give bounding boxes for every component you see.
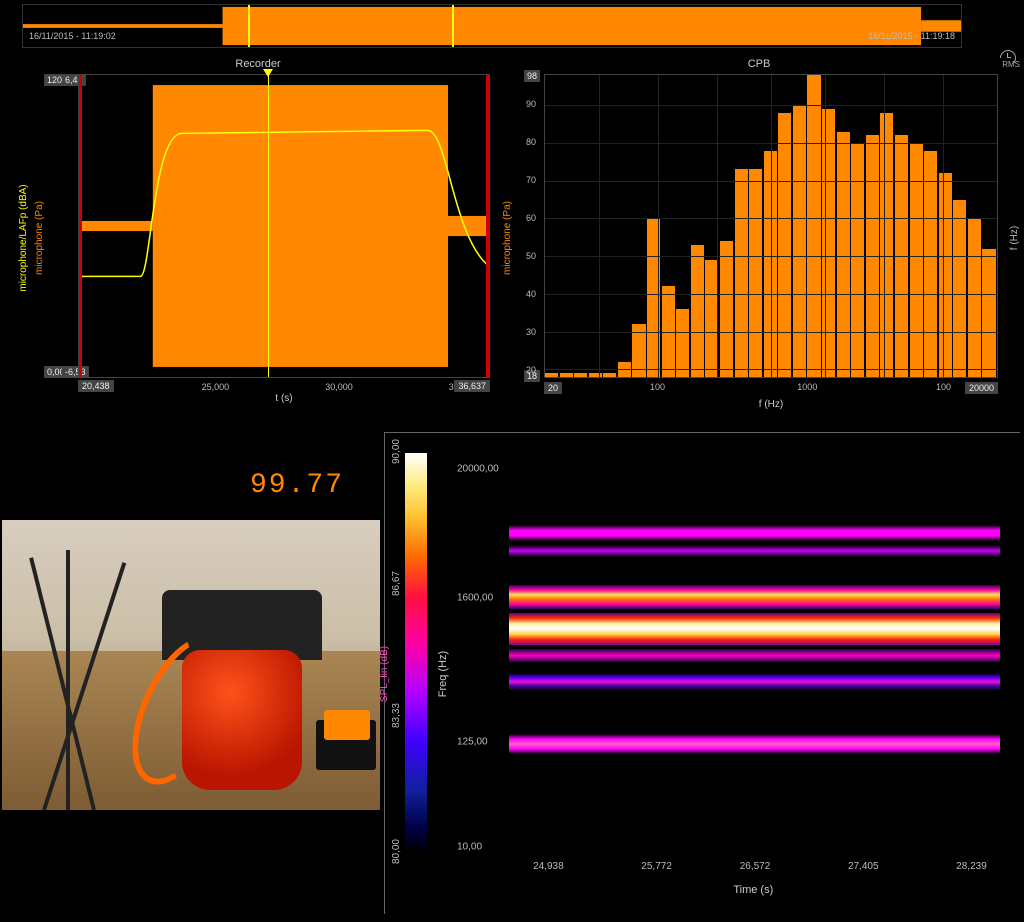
spectrogram-ytick: 125,00 [457,737,488,748]
timestamp-end: 16/11/2015 - 11:19:18 [868,31,955,41]
cpb-xtick: 100 [936,382,951,392]
cpb-panel: CPB RMS microphone (Pa) f (Hz) 98 18 203… [504,58,1014,418]
recorder-record-marker-right [486,75,489,377]
cpb-bar [924,151,937,378]
cpb-bar [676,309,689,377]
cpb-x-end: 20000 [965,382,998,394]
spectrogram-panel: SPL_lin (dB) 90,0086,6783,3380,00 Freq (… [384,432,1020,914]
recorder-chart[interactable] [78,74,490,378]
cpb-ylabel: microphone (Pa) [502,201,513,275]
timestamp-start: 16/11/2015 - 11:19:02 [29,31,116,41]
cpb-bar [603,373,616,377]
recorder-xaxis: 20,438 25,000 30,000 35 36,637 t (s) [78,380,490,400]
cpb-bar [574,373,587,377]
cpb-xaxis: 20 100 1000 100 20000 f (Hz) [544,382,998,406]
overview-waveform [23,5,961,47]
cpb-ytick: 70 [526,175,536,185]
cpb-bar [837,132,850,377]
cpb-bar [720,241,733,377]
spectrogram-ytick: 1600,00 [457,592,493,603]
cpb-bar [880,113,893,377]
cpb-bar [982,249,995,377]
cpb-chart[interactable] [544,74,998,378]
cpb-xtick: 100 [650,382,665,392]
cpb-xlabel: f (Hz) [759,399,783,410]
recorder-xlabel: t (s) [275,393,292,404]
cpb-bar [851,143,864,377]
spectrogram-xtick: 27,405 [848,861,879,872]
spectrogram-xtick: 28,239 [956,861,987,872]
spectrogram-ytick: 20000,00 [457,464,499,475]
overview-selection[interactable] [248,5,454,47]
cpb-bar [560,373,573,377]
cpb-ylabel-right: f (Hz) [1009,226,1020,250]
spectrogram-xtick: 25,772 [641,861,672,872]
cpb-bar [939,173,952,377]
recorder-waveform [79,75,489,377]
cpb-y-top: 98 [524,70,540,82]
spectrogram-ytick: 10,00 [457,841,482,852]
cpb-bar [545,373,558,377]
recorder-cursor-handle[interactable] [263,69,273,77]
overview-strip[interactable]: 16/11/2015 - 11:19:02 16/11/2015 - 11:19… [22,4,962,48]
cpb-bar [953,200,966,377]
colorbar-tick: 80,00 [391,839,402,864]
cpb-bar [910,143,923,377]
recorder-record-marker-left [79,75,82,377]
recorder-ylabel-inner: microphone (Pa) [34,201,45,275]
recorder-ylabel-outer: microphone/LAFp (dBA) [18,184,29,291]
cpb-ytick: 60 [526,213,536,223]
cpb-x-start: 20 [544,382,562,394]
spectrogram-plot[interactable] [509,453,1000,854]
cpb-bar [735,169,748,377]
cpb-bar [968,218,981,377]
recorder-xtick: 25,000 [202,382,230,392]
cpb-ytick: 80 [526,137,536,147]
cpb-ytick: 50 [526,251,536,261]
colorbar-tick: 83,33 [391,703,402,728]
spectrogram-colorbar [405,453,427,853]
cpb-ytick: 20 [526,365,536,375]
colorbar-label: SPL_lin (dB) [379,645,390,701]
cpb-bar [749,169,762,377]
cpb-bar [793,105,806,377]
cpb-ytick: 30 [526,327,536,337]
cpb-bar [822,109,835,377]
recorder-x-end: 36,637 [454,380,490,392]
spectrogram-xtick: 24,938 [533,861,564,872]
spectrogram-ylabel: Freq (Hz) [437,650,449,696]
colorbar-tick: 90,00 [391,439,402,464]
recorder-x-start: 20,438 [78,380,114,392]
cpb-title: CPB [504,58,1014,70]
cpb-ytick: 40 [526,289,536,299]
cpb-xtick: 1000 [797,382,817,392]
recorder-title: Recorder [22,58,494,70]
cpb-ytick: 90 [526,99,536,109]
recorder-panel: Recorder microphone/LAFp (dBA) microphon… [22,58,494,418]
spectrogram-xtick: 26,572 [740,861,771,872]
recorder-cursor[interactable] [268,75,269,377]
recorder-xtick: 30,000 [325,382,353,392]
cpb-bar [691,245,704,377]
colorbar-tick: 86,67 [391,571,402,596]
cpb-rms-label: RMS [1002,60,1020,69]
spectrogram-xlabel: Time (s) [733,884,773,896]
camera-photo [2,520,380,810]
cpb-bar [778,113,791,377]
spl-readout: 99.77 [250,470,344,501]
